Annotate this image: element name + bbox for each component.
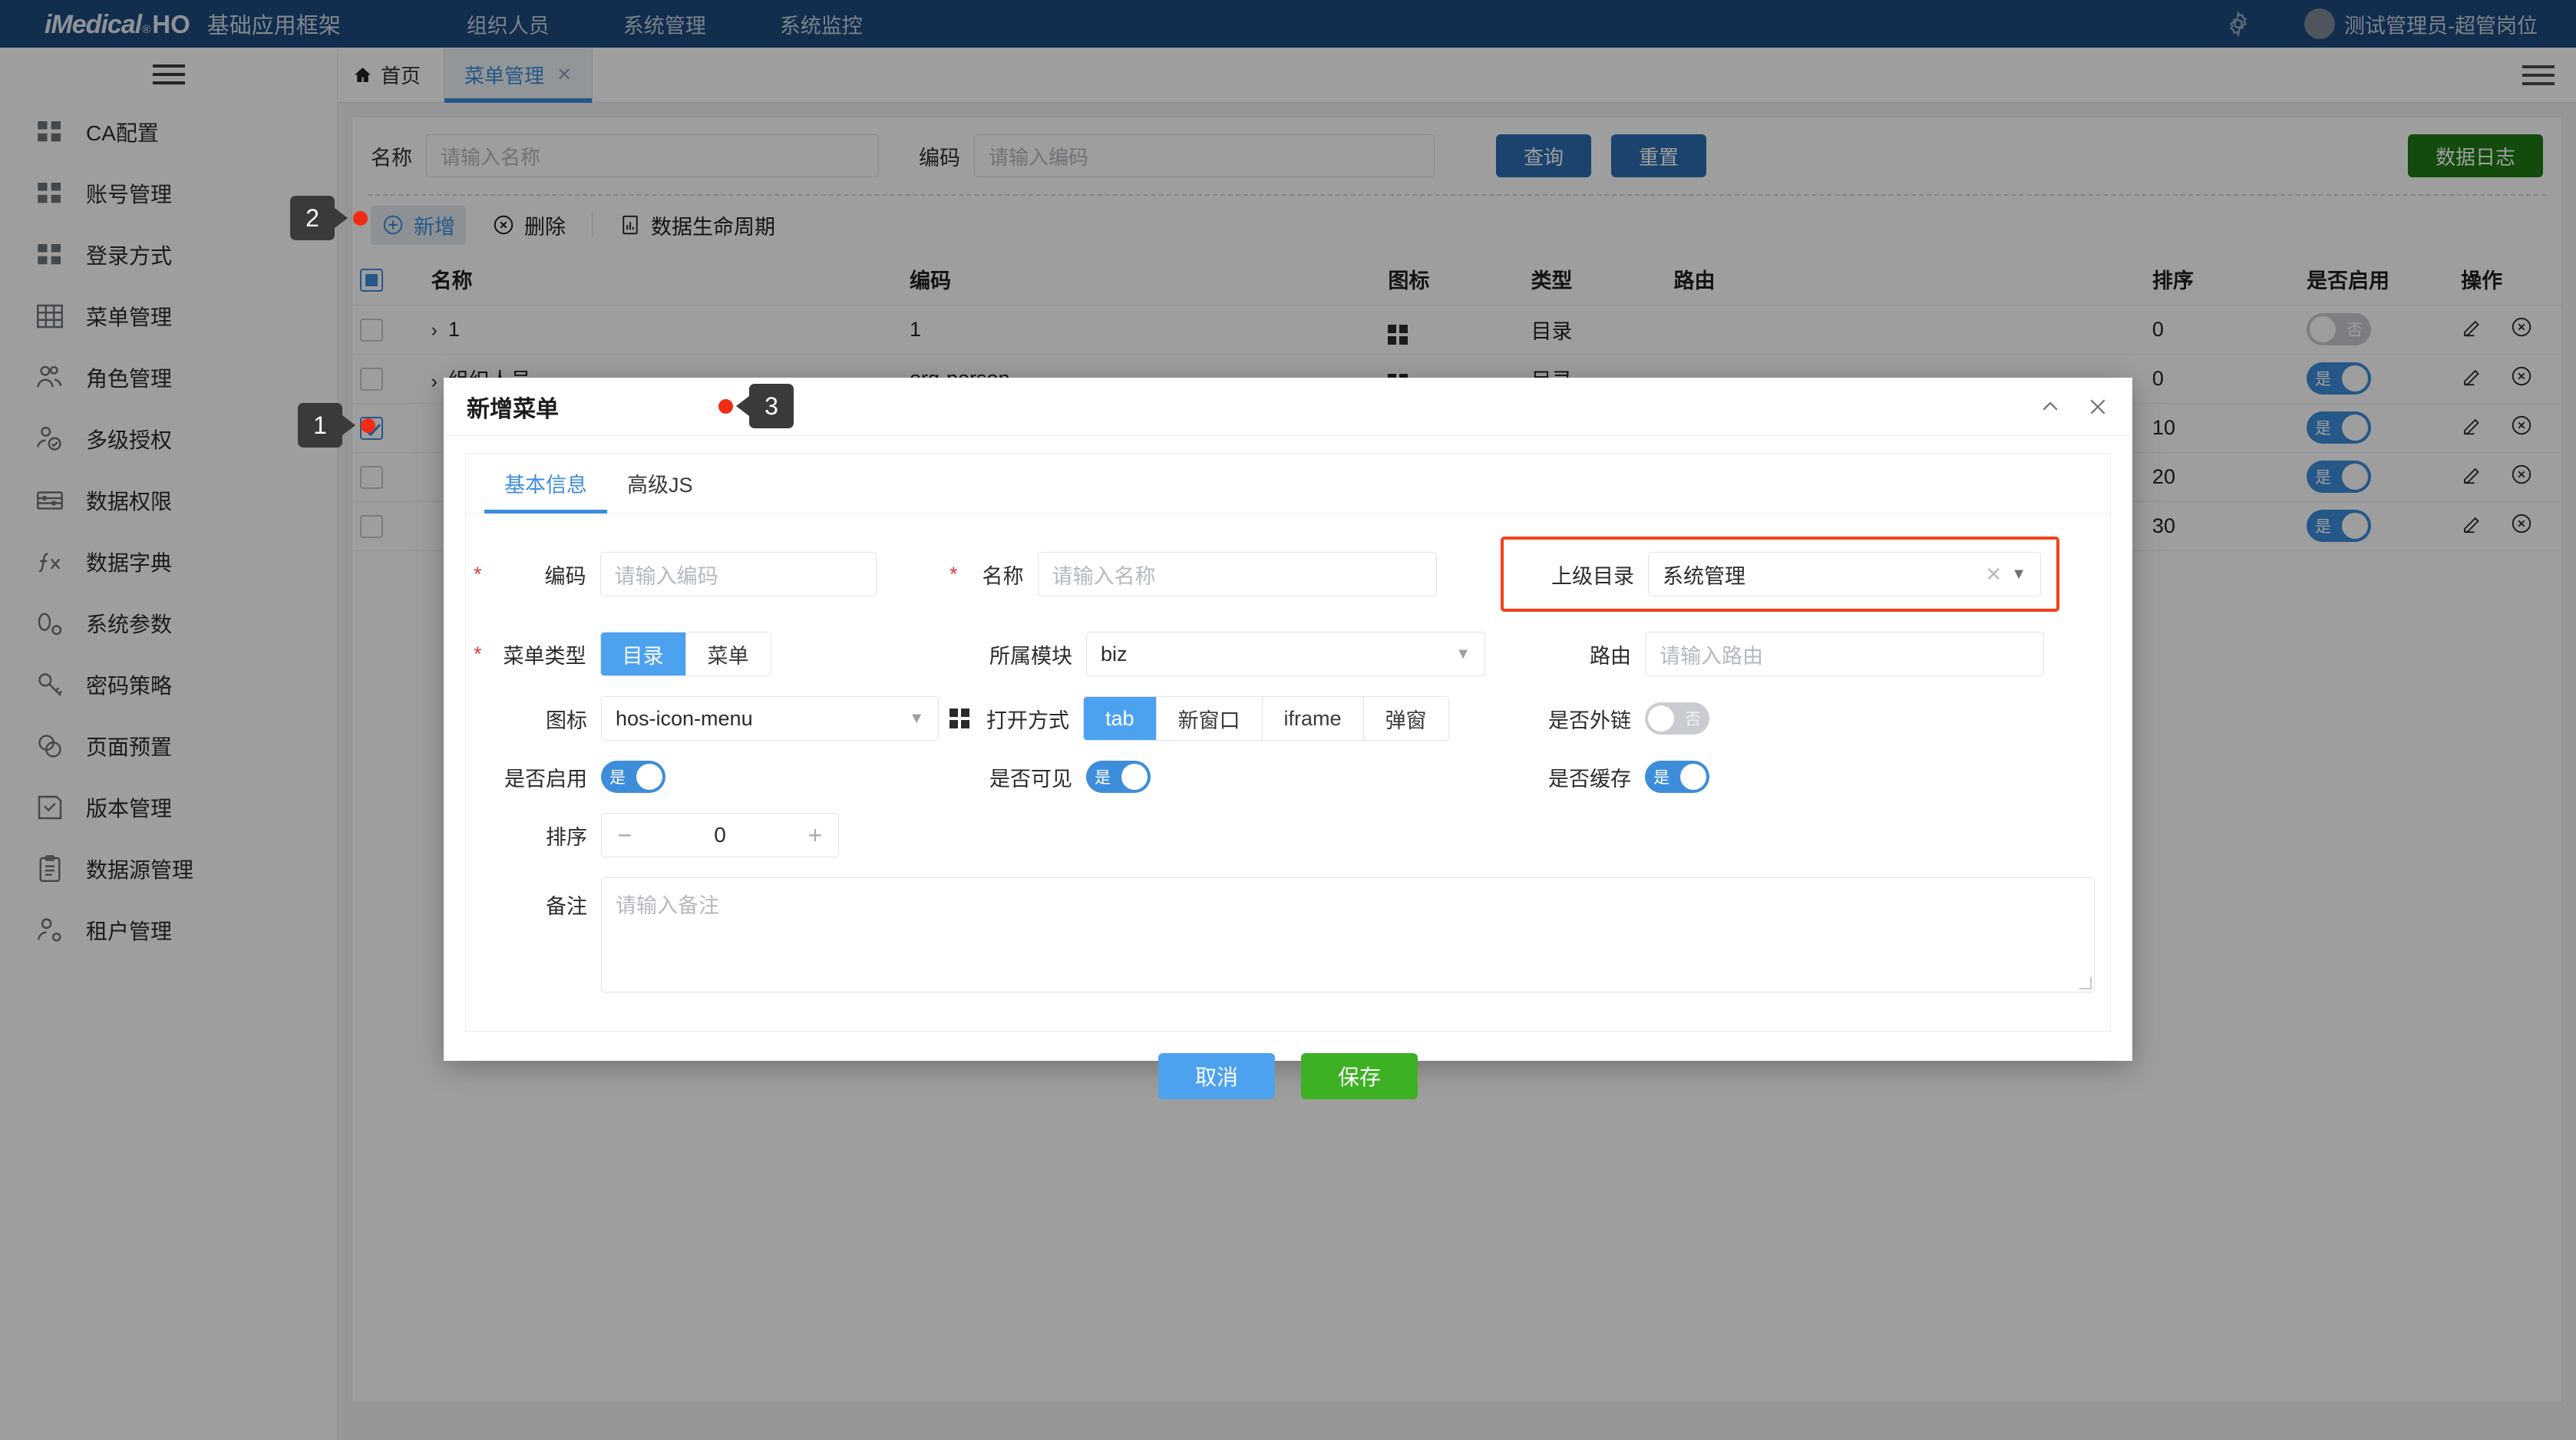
parent-directory-highlight: 上级目录 系统管理 ✕ ▼ xyxy=(1501,537,2059,612)
annotation-badge: 1 xyxy=(298,403,342,448)
icon-label: 图标 xyxy=(546,708,587,732)
sort-decrement-button[interactable]: − xyxy=(602,821,648,850)
code-input[interactable]: 请输入编码 xyxy=(599,552,877,596)
icon-value: hos-icon-menu xyxy=(616,706,753,730)
toggle-label: 是 xyxy=(1653,769,1669,787)
external-toggle[interactable]: 否 xyxy=(1645,702,1709,735)
visible-toggle[interactable]: 是 xyxy=(1086,761,1151,793)
route-placeholder: 请输入路由 xyxy=(1660,644,1763,668)
close-icon[interactable] xyxy=(2086,395,2109,418)
annotation-beak xyxy=(736,396,749,416)
remark-placeholder: 请输入备注 xyxy=(616,894,719,917)
dialog-card: 基本信息 高级JS * 编码 请输入编码 * 名称 请输入名称 上级目录 系统管… xyxy=(465,453,2111,1032)
annotation-dot xyxy=(353,210,368,226)
annotation-beak xyxy=(335,208,348,228)
parent-select[interactable]: 系统管理 ✕ ▼ xyxy=(1648,552,2041,596)
cache-label: 是否缓存 xyxy=(1548,767,1631,791)
module-select[interactable]: biz ▼ xyxy=(1086,632,1485,676)
required-mark: * xyxy=(474,562,482,586)
chevron-up-icon[interactable] xyxy=(2039,395,2062,418)
dialog-footer: 取消 保存 xyxy=(465,1032,2111,1099)
menu-form: * 编码 请输入编码 * 名称 请输入名称 上级目录 系统管理 ✕ ▼ * 菜单… xyxy=(466,514,2110,1031)
annotation-beak xyxy=(342,415,355,435)
tab-basic-info[interactable]: 基本信息 xyxy=(484,454,607,514)
grid-squares-icon xyxy=(949,708,969,728)
form-row-2: * 菜单类型 目录 菜单 所属模块 biz ▼ 路由 请输入路由 xyxy=(474,632,2102,676)
route-input[interactable]: 请输入路由 xyxy=(1645,632,2044,676)
form-row-1: * 编码 请输入编码 * 名称 请输入名称 上级目录 系统管理 ✕ ▼ xyxy=(474,537,2102,612)
annotation-dot xyxy=(718,398,733,414)
form-row-5: 排序 − 0 + xyxy=(474,813,2102,857)
dialog-title: 新增菜单 xyxy=(467,396,559,422)
annotation-badge: 2 xyxy=(290,196,335,240)
code-placeholder: 请输入编码 xyxy=(614,564,718,588)
chevron-down-icon[interactable]: ▼ xyxy=(2011,566,2026,583)
remark-textarea[interactable]: 请输入备注 xyxy=(601,877,2095,992)
sort-increment-button[interactable]: + xyxy=(792,821,838,850)
code-label: 编码 xyxy=(544,564,586,588)
add-menu-dialog: 新增菜单 基本信息 高级JS * 编码 请输入编码 * 名称 请输入名称 上级目… xyxy=(444,378,2132,1099)
form-row-6: 备注 请输入备注 xyxy=(474,877,2102,992)
menutype-label: 菜单类型 xyxy=(503,644,586,668)
cancel-button[interactable]: 取消 xyxy=(1158,1053,1275,1099)
sort-stepper[interactable]: − 0 + xyxy=(601,813,839,857)
required-mark: * xyxy=(949,562,958,586)
remark-label: 备注 xyxy=(546,895,587,918)
dialog-header: 新增菜单 xyxy=(444,378,2132,436)
name-placeholder: 请输入名称 xyxy=(1052,564,1156,588)
required-mark: * xyxy=(474,642,482,666)
module-label: 所属模块 xyxy=(989,644,1072,668)
route-label: 路由 xyxy=(1590,644,1631,668)
opentype-label: 打开方式 xyxy=(986,708,1069,732)
icon-select[interactable]: hos-icon-menu ▼ xyxy=(601,696,939,741)
opentype-option-popup[interactable]: 弹窗 xyxy=(1363,697,1448,740)
external-label: 是否外链 xyxy=(1548,708,1631,732)
annotation-badge: 3 xyxy=(749,384,794,428)
module-value: biz xyxy=(1101,642,1128,666)
parent-value: 系统管理 xyxy=(1663,564,1745,588)
menutype-segmented[interactable]: 目录 菜单 xyxy=(599,632,771,676)
name-input[interactable]: 请输入名称 xyxy=(1037,552,1437,596)
menutype-option-directory[interactable]: 目录 xyxy=(600,632,686,675)
save-button[interactable]: 保存 xyxy=(1301,1053,1418,1099)
sort-label: 排序 xyxy=(546,825,587,849)
chevron-down-icon[interactable]: ▼ xyxy=(909,710,924,728)
cache-toggle[interactable]: 是 xyxy=(1645,761,1709,793)
form-row-4: 是否启用 是 是否可见 是 是否缓存 是 xyxy=(474,761,2102,793)
annotation-dot xyxy=(361,418,375,433)
dialog-tabs: 基本信息 高级JS xyxy=(466,454,2110,514)
enabled-label: 是否启用 xyxy=(504,767,587,791)
enabled-toggle[interactable]: 是 xyxy=(601,761,665,793)
form-row-3: 图标 hos-icon-menu ▼ 打开方式 tab 新窗口 iframe 弹… xyxy=(474,696,2102,741)
name-label: 名称 xyxy=(982,564,1024,588)
toggle-label: 是 xyxy=(609,769,626,787)
visible-label: 是否可见 xyxy=(989,767,1072,791)
annotation-callout-1: 1 xyxy=(298,403,375,448)
clear-x-icon[interactable]: ✕ xyxy=(1985,563,2002,586)
dialog-body: 基本信息 高级JS * 编码 请输入编码 * 名称 请输入名称 上级目录 系统管… xyxy=(444,436,2132,1099)
chevron-down-icon[interactable]: ▼ xyxy=(1455,646,1471,663)
dialog-controls xyxy=(2039,395,2109,418)
app-root: iMedical ® HO 基础应用框架 组织人员 系统管理 系统监控 测试管理… xyxy=(0,0,2576,1440)
parent-label: 上级目录 xyxy=(1551,564,1634,588)
toggle-label: 是 xyxy=(1095,769,1111,787)
opentype-segmented[interactable]: tab 新窗口 iframe 弹窗 xyxy=(1083,696,1449,741)
toggle-label: 否 xyxy=(1685,711,1701,728)
annotation-callout-2: 2 xyxy=(290,196,368,240)
menutype-option-menu[interactable]: 菜单 xyxy=(685,632,771,675)
opentype-option-iframe[interactable]: iframe xyxy=(1262,697,1364,740)
opentype-option-newwindow[interactable]: 新窗口 xyxy=(1156,697,1263,740)
opentype-option-tab[interactable]: tab xyxy=(1084,697,1157,740)
sort-value[interactable]: 0 xyxy=(648,823,792,847)
tab-advanced-js[interactable]: 高级JS xyxy=(607,454,713,513)
annotation-callout-3: 3 xyxy=(718,384,794,428)
